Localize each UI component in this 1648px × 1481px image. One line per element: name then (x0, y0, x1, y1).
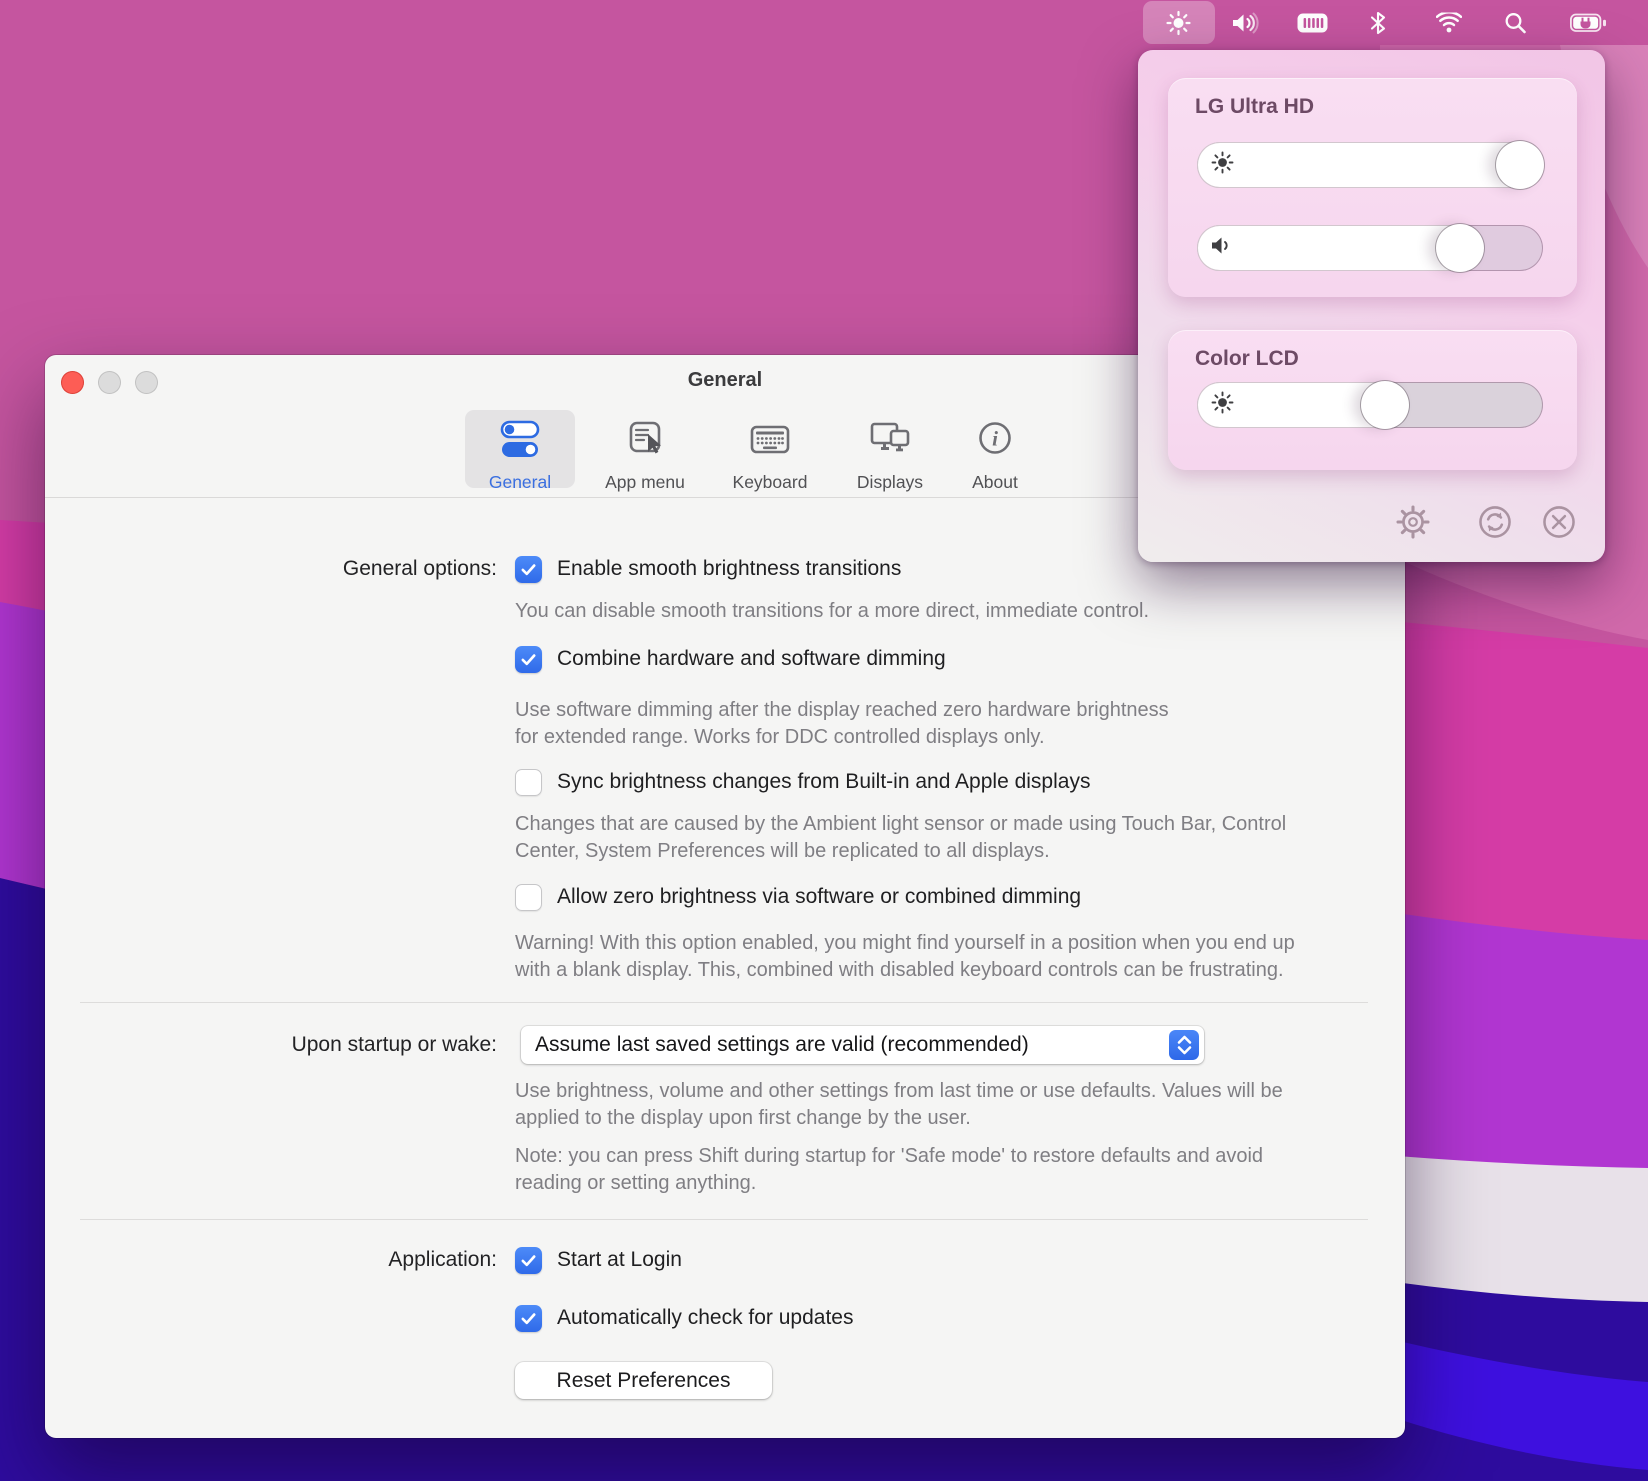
checkbox-row: Automatically check for updates (515, 1302, 853, 1334)
checkbox-combine-dimming[interactable] (515, 646, 542, 673)
checkbox-row: Sync brightness changes from Built-in an… (515, 766, 1090, 798)
checkbox-row: Allow zero brightness via software or co… (515, 881, 1081, 913)
displays-icon (867, 419, 913, 466)
checkbox-sync-brightness[interactable] (515, 769, 542, 796)
keyboard-icon (747, 419, 793, 466)
svg-text:i: i (992, 427, 998, 451)
checkbox-row: Start at Login (515, 1244, 682, 1276)
startup-select-value: Assume last saved settings are valid (re… (535, 1033, 1029, 1057)
checkbox-label: Automatically check for updates (557, 1306, 853, 1330)
tab-about[interactable]: i About (940, 410, 1050, 488)
checkbox-start-at-login[interactable] (515, 1247, 542, 1274)
volume-slider[interactable] (1197, 225, 1543, 271)
checkbox-label: Allow zero brightness via software or co… (557, 885, 1081, 909)
slider-thumb[interactable] (1496, 141, 1544, 189)
checkbox-smooth-transitions[interactable] (515, 556, 542, 583)
spotlight-search-icon[interactable] (1504, 11, 1527, 34)
slider-thumb[interactable] (1436, 224, 1484, 272)
menu-bar (0, 0, 1648, 45)
settings-button[interactable] (1391, 500, 1435, 544)
help-text: Changes that are caused by the Ambient l… (515, 811, 1286, 864)
help-text: Use software dimming after the display r… (515, 697, 1169, 750)
startup-label: Upon startup or wake: (45, 1029, 497, 1061)
chevron-up-down-icon (1169, 1030, 1199, 1060)
screen: General General (0, 0, 1648, 1481)
tab-label: Keyboard (733, 472, 808, 493)
tab-app-menu[interactable]: App menu (590, 410, 700, 488)
brightness-icon (1210, 390, 1235, 420)
tab-displays[interactable]: Displays (835, 410, 945, 488)
checkbox-label: Enable smooth brightness transitions (557, 557, 901, 581)
brightness-slider[interactable] (1197, 142, 1543, 188)
help-text: Use brightness, volume and other setting… (515, 1078, 1283, 1131)
display-card-color-lcd: Color LCD (1168, 330, 1577, 470)
tab-keyboard[interactable]: Keyboard (715, 410, 825, 488)
tab-label: About (972, 472, 1018, 493)
refresh-button[interactable] (1473, 500, 1517, 544)
keyboard-brightness-icon[interactable] (1297, 13, 1328, 33)
volume-icon (1210, 235, 1234, 262)
display-name: Color LCD (1195, 347, 1299, 371)
brightness-slider[interactable] (1197, 382, 1543, 428)
slider-thumb[interactable] (1361, 381, 1409, 429)
bluetooth-icon[interactable] (1369, 11, 1387, 35)
close-button[interactable] (1537, 500, 1581, 544)
checkbox-label: Combine hardware and software dimming (557, 647, 946, 671)
application-label: Application: (45, 1244, 497, 1276)
brightness-icon (1210, 150, 1235, 180)
tab-label: App menu (605, 472, 685, 493)
checkbox-row: Enable smooth brightness transitions (515, 553, 901, 585)
tab-label: General (489, 472, 551, 493)
help-text: Warning! With this option enabled, you m… (515, 930, 1295, 983)
checkbox-label: Start at Login (557, 1248, 682, 1272)
tab-general[interactable]: General (465, 410, 575, 488)
tab-label: Displays (857, 472, 923, 493)
help-text: You can disable smooth transitions for a… (515, 598, 1149, 625)
display-name: LG Ultra HD (1195, 95, 1314, 119)
battery-charging-icon[interactable] (1570, 11, 1607, 34)
info-icon: i (972, 419, 1018, 466)
display-brightness-icon[interactable] (1166, 10, 1191, 35)
displays-popover: LG Ultra HD (1138, 50, 1605, 562)
section-divider (80, 1002, 1368, 1003)
toggles-icon (497, 419, 543, 466)
checkbox-zero-brightness[interactable] (515, 884, 542, 911)
wifi-icon[interactable] (1436, 12, 1462, 33)
checkbox-label: Sync brightness changes from Built-in an… (557, 770, 1090, 794)
app-menu-icon (622, 419, 668, 466)
sound-volume-icon[interactable] (1231, 11, 1259, 35)
note-text: Note: you can press Shift during startup… (515, 1143, 1263, 1196)
startup-select[interactable]: Assume last saved settings are valid (re… (521, 1026, 1204, 1064)
checkbox-row: Combine hardware and software dimming (515, 643, 946, 675)
general-options-label: General options: (45, 553, 497, 585)
reset-preferences-button[interactable]: Reset Preferences (515, 1362, 772, 1399)
display-card-lg-ultra-hd: LG Ultra HD (1168, 78, 1577, 297)
checkbox-auto-updates[interactable] (515, 1305, 542, 1332)
section-divider (80, 1219, 1368, 1220)
